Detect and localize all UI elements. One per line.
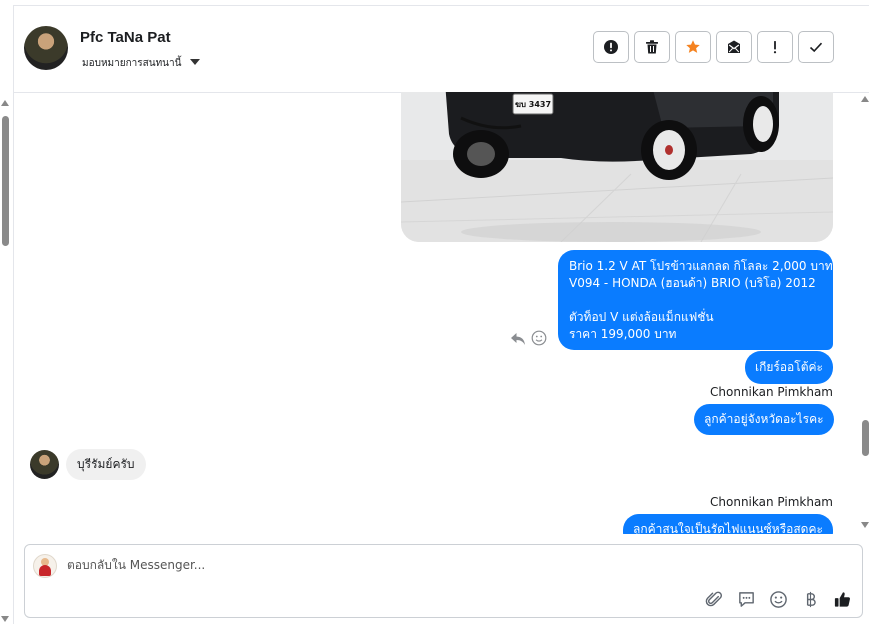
alert-circle-icon bbox=[604, 40, 618, 54]
delete-button[interactable] bbox=[634, 31, 670, 63]
car-image bbox=[401, 92, 833, 242]
car-photo[interactable]: ฆบ 3437 bbox=[401, 92, 833, 242]
outgoing-message-gear[interactable]: เกียร์ออโต้ค่ะ bbox=[745, 351, 833, 384]
sender-name: Chonnikan Pimkham bbox=[710, 385, 833, 399]
smiley-icon bbox=[769, 590, 787, 608]
conversation-header: Pfc TaNa Pat มอบหมายการสนทนานี้ bbox=[14, 6, 869, 93]
baht-icon bbox=[806, 591, 816, 607]
chat-bubble-icon bbox=[738, 591, 754, 607]
star-icon bbox=[686, 40, 700, 53]
message-line: V094 - HONDA (ฮอนด้า) BRIO (บริโอ) 2012 bbox=[569, 276, 816, 290]
envelope-icon bbox=[728, 40, 740, 53]
emoji-react-icon[interactable] bbox=[531, 330, 547, 346]
contact-avatar-small[interactable] bbox=[30, 450, 59, 479]
page-avatar bbox=[33, 554, 57, 578]
check-icon bbox=[809, 42, 823, 53]
message-line: ตัวท็อป V แต่งล้อแม็กแฟชั่น bbox=[569, 310, 714, 324]
done-button[interactable] bbox=[798, 31, 834, 63]
exclamation-icon bbox=[773, 41, 777, 54]
license-plate: ฆบ 3437 bbox=[514, 99, 552, 109]
like-button[interactable] bbox=[832, 589, 852, 609]
thumbs-up-icon bbox=[834, 591, 850, 607]
star-button[interactable] bbox=[675, 31, 711, 63]
right-scrollbar-thumb[interactable] bbox=[862, 420, 869, 456]
left-scroll-up-arrow[interactable] bbox=[1, 100, 9, 106]
reply-icon[interactable] bbox=[510, 332, 526, 346]
caret-down-icon[interactable] bbox=[190, 59, 200, 65]
spam-button[interactable] bbox=[593, 31, 629, 63]
message-line: ราคา 199,000 บาท bbox=[569, 327, 677, 341]
message-composer bbox=[24, 544, 863, 618]
outgoing-message-finance[interactable]: ลูกค้าสนใจเป็นรัดไฟแนนซ์หรือสดคะ bbox=[623, 514, 833, 534]
outgoing-message-province[interactable]: ลูกค้าอยู่จังหวัดอะไรคะ bbox=[694, 404, 834, 435]
payment-button[interactable] bbox=[800, 589, 820, 609]
conversation-toolbar bbox=[593, 31, 834, 63]
left-scroll-down-arrow[interactable] bbox=[1, 616, 9, 622]
assign-conversation-dropdown[interactable]: มอบหมายการสนทนานี้ bbox=[82, 56, 181, 71]
paperclip-icon bbox=[705, 591, 722, 606]
mark-unread-button[interactable] bbox=[716, 31, 752, 63]
composer-tools bbox=[704, 589, 852, 609]
trash-icon bbox=[646, 40, 658, 54]
outgoing-message-listing[interactable]: Brio 1.2 V AT โปรข้าวแลกลด กิโลละ 2,000 … bbox=[558, 250, 833, 350]
message-line bbox=[569, 292, 822, 309]
right-scroll-down-arrow[interactable] bbox=[861, 522, 869, 528]
avatar-body bbox=[39, 565, 51, 576]
saved-replies-button[interactable] bbox=[736, 589, 756, 609]
left-scrollbar-thumb[interactable] bbox=[2, 116, 9, 246]
right-scroll-up-arrow[interactable] bbox=[861, 96, 869, 102]
message-line: Brio 1.2 V AT โปรข้าวแลกลด กิโลละ 2,000 … bbox=[569, 259, 833, 273]
sender-name: Chonnikan Pimkham bbox=[710, 495, 833, 509]
contact-name[interactable]: Pfc TaNa Pat bbox=[80, 29, 171, 46]
message-thread[interactable]: ฆบ 3437 Brio 1.2 V AT โปรข้าวแลกลด กิโลล… bbox=[14, 92, 859, 534]
emoji-button[interactable] bbox=[768, 589, 788, 609]
attach-button[interactable] bbox=[704, 589, 724, 609]
important-button[interactable] bbox=[757, 31, 793, 63]
contact-avatar[interactable] bbox=[24, 26, 68, 70]
incoming-message[interactable]: บุรีรัมย์ครับ bbox=[66, 449, 146, 480]
reply-input[interactable] bbox=[67, 558, 667, 572]
